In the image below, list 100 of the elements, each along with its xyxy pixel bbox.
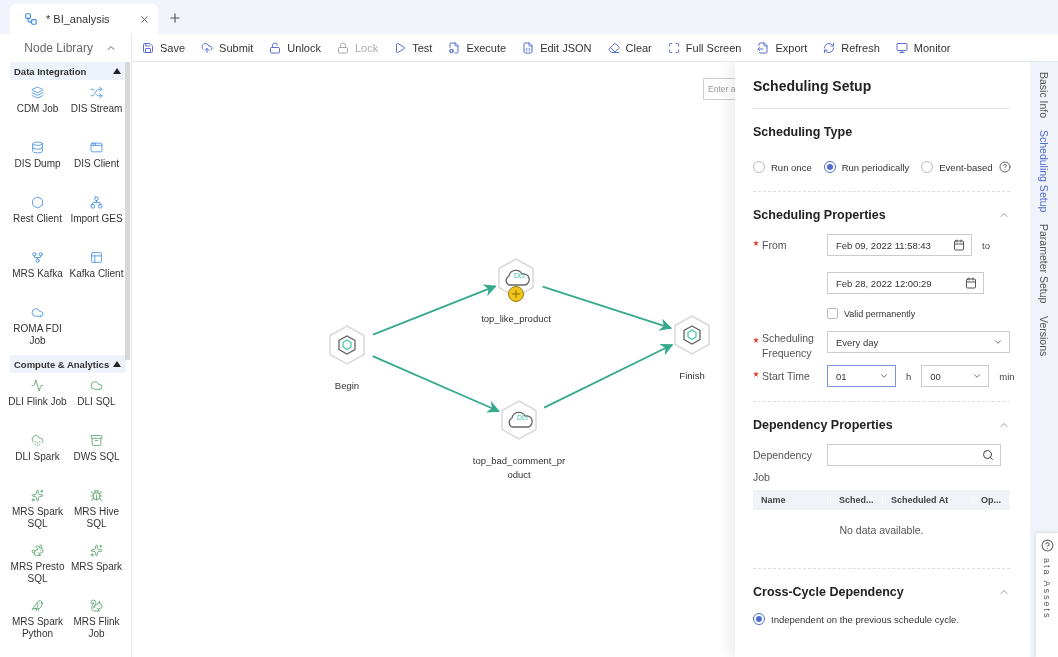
- activity-icon[interactable]: [31, 379, 44, 392]
- toolbar-button[interactable]: Export: [757, 41, 808, 54]
- node-type-label[interactable]: MRS Flink Job: [67, 616, 126, 640]
- checkbox[interactable]: Valid permanently: [827, 308, 1010, 319]
- search-icon[interactable]: [982, 449, 994, 461]
- node-type-label[interactable]: MRS Spark Python: [8, 616, 67, 640]
- caret-icon[interactable]: [879, 371, 889, 381]
- section-title: Scheduling Type: [753, 125, 853, 139]
- side-tab[interactable]: Parameter Setup: [1038, 224, 1050, 304]
- side-tab[interactable]: Basic Info: [1038, 72, 1050, 119]
- cloud-icon[interactable]: [31, 306, 44, 319]
- side-tab[interactable]: Scheduling Setup: [1038, 130, 1050, 213]
- network-icon[interactable]: [90, 196, 103, 209]
- cube-node-icon[interactable]: [327, 325, 367, 365]
- layers-icon[interactable]: [31, 86, 44, 99]
- toolbar-button[interactable]: Edit JSON: [522, 41, 592, 54]
- column-header: Op...: [973, 495, 1010, 505]
- toolbar-button[interactable]: Submit: [201, 41, 254, 54]
- cloud-node-icon[interactable]: [499, 400, 539, 440]
- window-icon[interactable]: [90, 251, 103, 264]
- date-field[interactable]: Feb 09, 2022 11:58:43: [827, 234, 972, 256]
- cloud-rain-icon[interactable]: [31, 434, 44, 447]
- squirrel-icon[interactable]: [90, 599, 103, 612]
- column-header: Name: [753, 495, 831, 505]
- node-type-label[interactable]: DIS Client: [74, 158, 119, 170]
- add-tab-icon[interactable]: [168, 11, 182, 25]
- shuffle-icon[interactable]: [90, 86, 103, 99]
- node-type-label[interactable]: MRS Spark SQL: [8, 506, 67, 530]
- search-field[interactable]: Enter a: [703, 78, 735, 100]
- node-type-label[interactable]: DIS Stream: [70, 103, 123, 115]
- sparkles-icon[interactable]: [90, 544, 103, 557]
- caret-icon[interactable]: [993, 337, 1003, 347]
- radio-option[interactable]: Run periodically: [823, 161, 910, 173]
- calendar-icon[interactable]: [965, 277, 977, 289]
- node-type-label[interactable]: DLI SQL: [77, 396, 116, 408]
- node-type-label[interactable]: MRS Kafka: [12, 268, 63, 280]
- node-library-title: Node Library: [24, 41, 93, 55]
- node-type-label[interactable]: Import GES: [70, 213, 123, 225]
- side-tab[interactable]: Versions: [1038, 315, 1050, 357]
- dropdown[interactable]: Every day: [827, 331, 1010, 353]
- required-icon: [753, 240, 759, 246]
- connector-arrow[interactable]: [371, 355, 500, 413]
- bug-icon[interactable]: [90, 489, 103, 502]
- node-type-label[interactable]: MRS Spark: [70, 561, 123, 573]
- caret-icon[interactable]: [972, 371, 983, 381]
- cube-node-icon[interactable]: [672, 315, 712, 355]
- triangle-icon[interactable]: [113, 361, 121, 367]
- node-type-label[interactable]: CDM Job: [16, 103, 59, 115]
- toolbar-button[interactable]: Full Screen: [667, 41, 742, 54]
- search-field[interactable]: [827, 444, 1001, 466]
- toolbar-button[interactable]: Test: [394, 41, 433, 54]
- close-icon[interactable]: [139, 13, 150, 25]
- database-icon[interactable]: [31, 141, 44, 154]
- toolbar-button[interactable]: Clear: [607, 41, 652, 54]
- radio-option[interactable]: Run once: [753, 161, 812, 173]
- field-label: Start Time: [753, 365, 827, 387]
- connector-arrow[interactable]: [543, 343, 674, 409]
- toolbar-button[interactable]: Unlock: [269, 41, 321, 54]
- help-icon[interactable]: [998, 161, 1011, 173]
- calendar-icon[interactable]: [953, 239, 965, 251]
- radio-option[interactable]: Event-based: [921, 161, 1011, 173]
- to-label: to: [982, 239, 990, 251]
- toolbar-button[interactable]: Refresh: [823, 41, 880, 54]
- node-label: Begin: [333, 379, 361, 393]
- toolbar-button[interactable]: Monitor: [895, 41, 951, 54]
- node-label: Finish: [678, 369, 706, 383]
- date-field[interactable]: Feb 28, 2022 12:00:29: [827, 272, 984, 294]
- dropdown[interactable]: 00: [921, 365, 990, 387]
- cloud-upload-icon: [201, 41, 214, 54]
- scrollbar[interactable]: [125, 62, 130, 360]
- bird-icon[interactable]: [31, 599, 44, 612]
- hexagon-icon[interactable]: [31, 196, 44, 209]
- section-header[interactable]: Data Integration: [10, 62, 126, 80]
- field-label: Scheduling Frequency: [753, 331, 827, 361]
- help-icon[interactable]: [1040, 539, 1054, 552]
- section-header[interactable]: Compute & Analytics: [10, 355, 126, 373]
- node-type-label[interactable]: MRS Hive SQL: [67, 506, 126, 530]
- fork-icon[interactable]: [31, 251, 44, 264]
- toolbar-button[interactable]: Save: [142, 41, 186, 54]
- radio-option[interactable]: Independent on the previous schedule cycle.: [753, 613, 960, 625]
- file-tab[interactable]: * BI_analysis: [10, 4, 158, 34]
- dropdown[interactable]: 01: [827, 365, 896, 387]
- window-icon[interactable]: [90, 141, 103, 154]
- node-type-label[interactable]: MRS Presto SQL: [8, 561, 67, 585]
- node-type-label[interactable]: DLI Flink Job: [8, 396, 67, 408]
- node-type-label[interactable]: DIS Dump: [14, 158, 61, 170]
- field-label: From: [753, 234, 827, 256]
- archive-icon[interactable]: [90, 434, 103, 447]
- node-type-label[interactable]: ROMA FDI Job: [8, 323, 67, 347]
- cloud-icon[interactable]: [90, 379, 103, 392]
- sparkles-icon[interactable]: [31, 489, 44, 502]
- node-type-label[interactable]: Rest Client: [13, 213, 62, 225]
- triangle-icon[interactable]: [113, 68, 121, 74]
- rabbit-icon[interactable]: [31, 544, 44, 557]
- node-type-label[interactable]: DWS SQL: [73, 451, 120, 463]
- assets-tab[interactable]: ata Assets: [1036, 533, 1058, 657]
- add-node-badge[interactable]: [508, 286, 524, 302]
- node-type-label[interactable]: DLI Spark: [15, 451, 60, 463]
- toolbar-button[interactable]: Execute: [448, 41, 507, 54]
- node-type-label[interactable]: Kafka Client: [69, 268, 124, 280]
